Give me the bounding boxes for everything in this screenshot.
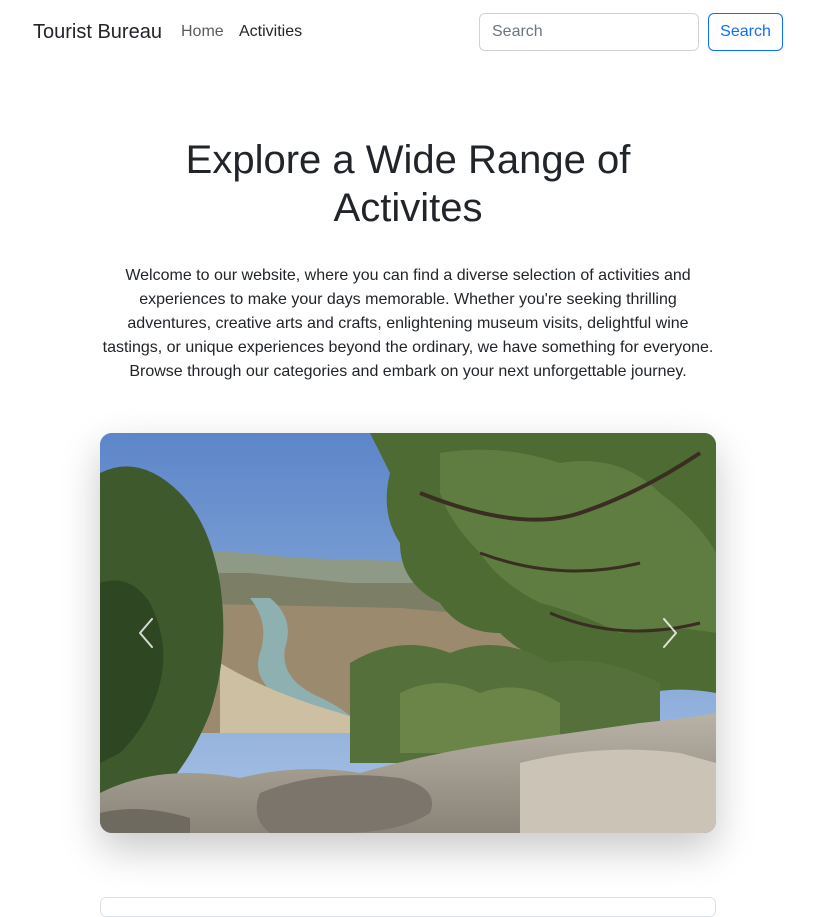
- page-title-line-1: Explore a Wide Range of: [185, 138, 631, 182]
- carousel-prev-button[interactable]: [100, 433, 192, 833]
- search-button[interactable]: Search: [708, 13, 783, 51]
- page-title-line-2: Activites: [333, 186, 483, 230]
- nav-link-home[interactable]: Home: [181, 22, 224, 42]
- content-card: [100, 897, 716, 917]
- nav-link-activities[interactable]: Activities: [239, 22, 302, 42]
- navbar: Tourist Bureau Home Activities Search: [0, 0, 816, 64]
- carousel-next-button[interactable]: [624, 433, 716, 833]
- image-carousel: [100, 433, 716, 833]
- search-input[interactable]: [479, 13, 699, 51]
- intro-paragraph: Welcome to our website, where you can fi…: [102, 267, 714, 380]
- brand-link[interactable]: Tourist Bureau: [33, 19, 162, 45]
- page-title: Explore a Wide Range of Activites: [0, 136, 816, 232]
- chevron-left-icon: [139, 618, 153, 648]
- chevron-right-icon: [663, 618, 677, 648]
